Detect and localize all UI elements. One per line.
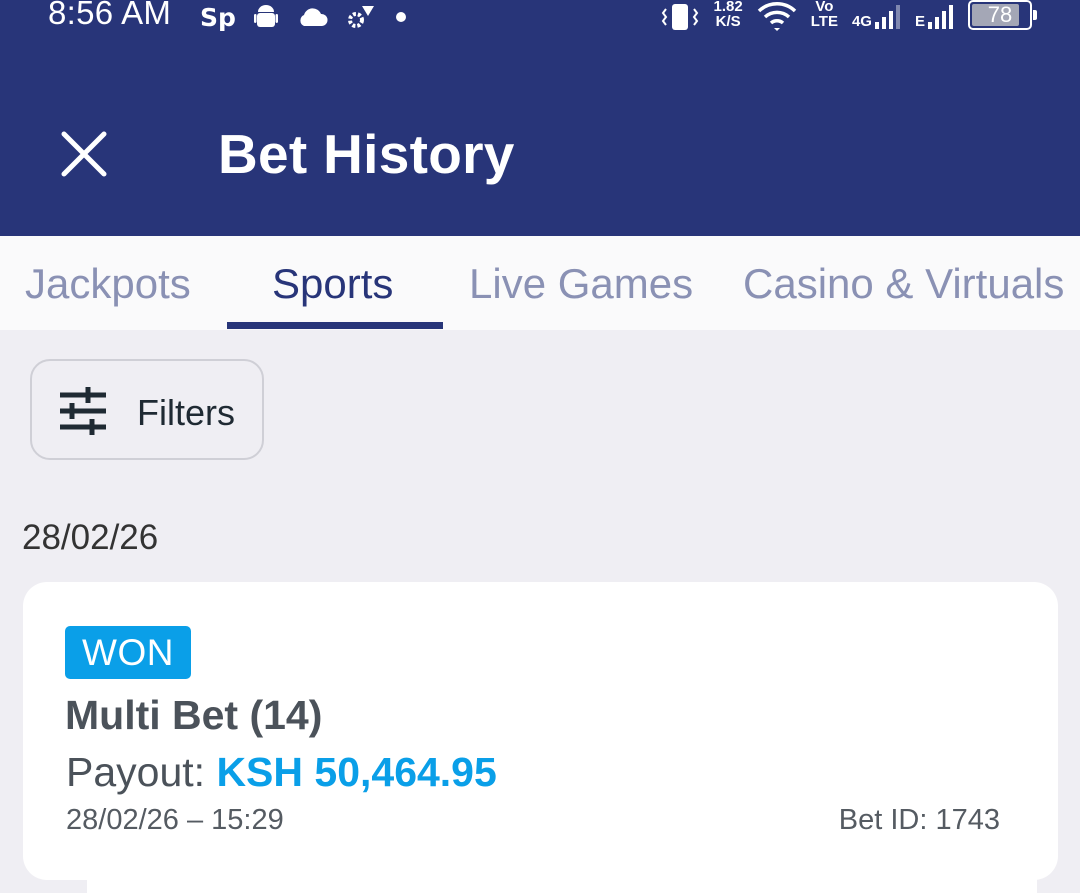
tab-casino-virtuals[interactable]: Casino & Virtuals: [743, 260, 1064, 308]
filters-label: Filters: [137, 392, 235, 433]
tab-sports[interactable]: Sports: [272, 260, 393, 308]
bet-datetime: 28/02/26 – 15:29: [66, 804, 284, 836]
signal-e: E: [915, 4, 954, 30]
bet-card[interactable]: WON Multi Bet (14) Payout: KSH 50,464.95…: [23, 582, 1058, 880]
battery-level: 78: [987, 2, 1013, 27]
page-title: Bet History: [218, 123, 515, 185]
network-type-e: E: [914, 13, 925, 30]
payout-row: Payout: KSH 50,464.95: [66, 749, 497, 796]
close-button[interactable]: [58, 128, 110, 180]
status-time: 8:56 AM: [48, 0, 172, 31]
active-tab-indicator: [227, 322, 443, 329]
dot-icon: [395, 12, 406, 22]
bet-id: Bet ID: 1743: [838, 804, 1000, 836]
sliders-icon: [60, 387, 106, 435]
network-speed: 1.82 K/S: [713, 0, 743, 30]
carrier-badge: Sp: [200, 2, 236, 32]
signal-icon: [928, 5, 953, 29]
payout-value: KSH 50,464.95: [216, 749, 497, 795]
tab-live-games[interactable]: Live Games: [469, 260, 693, 308]
bet-type: Multi Bet (14): [65, 692, 323, 738]
signal-icon: [874, 5, 900, 29]
wifi-icon: [757, 2, 796, 31]
network-type-4g: 4G: [851, 13, 872, 30]
cloud-icon: [300, 8, 328, 26]
signal-4g: 4G: [852, 4, 901, 30]
vibrate-icon: [661, 4, 698, 30]
tab-bar: Jackpots Sports Live Games Casino & Virt…: [0, 236, 1080, 330]
filters-button[interactable]: Filters: [30, 359, 264, 460]
payout-label: Payout:: [66, 749, 217, 795]
android-icon: [253, 5, 278, 27]
status-badge: WON: [65, 626, 191, 679]
tab-jackpots[interactable]: Jackpots: [25, 260, 191, 308]
status-bar: 8:56 AM Sp 1.82 K/S Vo LTE 4G E 78: [0, 0, 1080, 40]
status-left-icons: Sp: [200, 0, 408, 34]
battery-icon: 78: [968, 0, 1037, 30]
volte-indicator: Vo LTE: [810, 0, 838, 30]
close-icon: [61, 131, 107, 177]
status-right-icons: 1.82 K/S Vo LTE 4G E 78: [660, 0, 1037, 34]
settings-icon: [347, 6, 374, 28]
app-header: 8:56 AM Sp 1.82 K/S Vo LTE 4G E 78 Bet H…: [0, 0, 1080, 236]
date-heading: 28/02/26: [22, 518, 159, 557]
